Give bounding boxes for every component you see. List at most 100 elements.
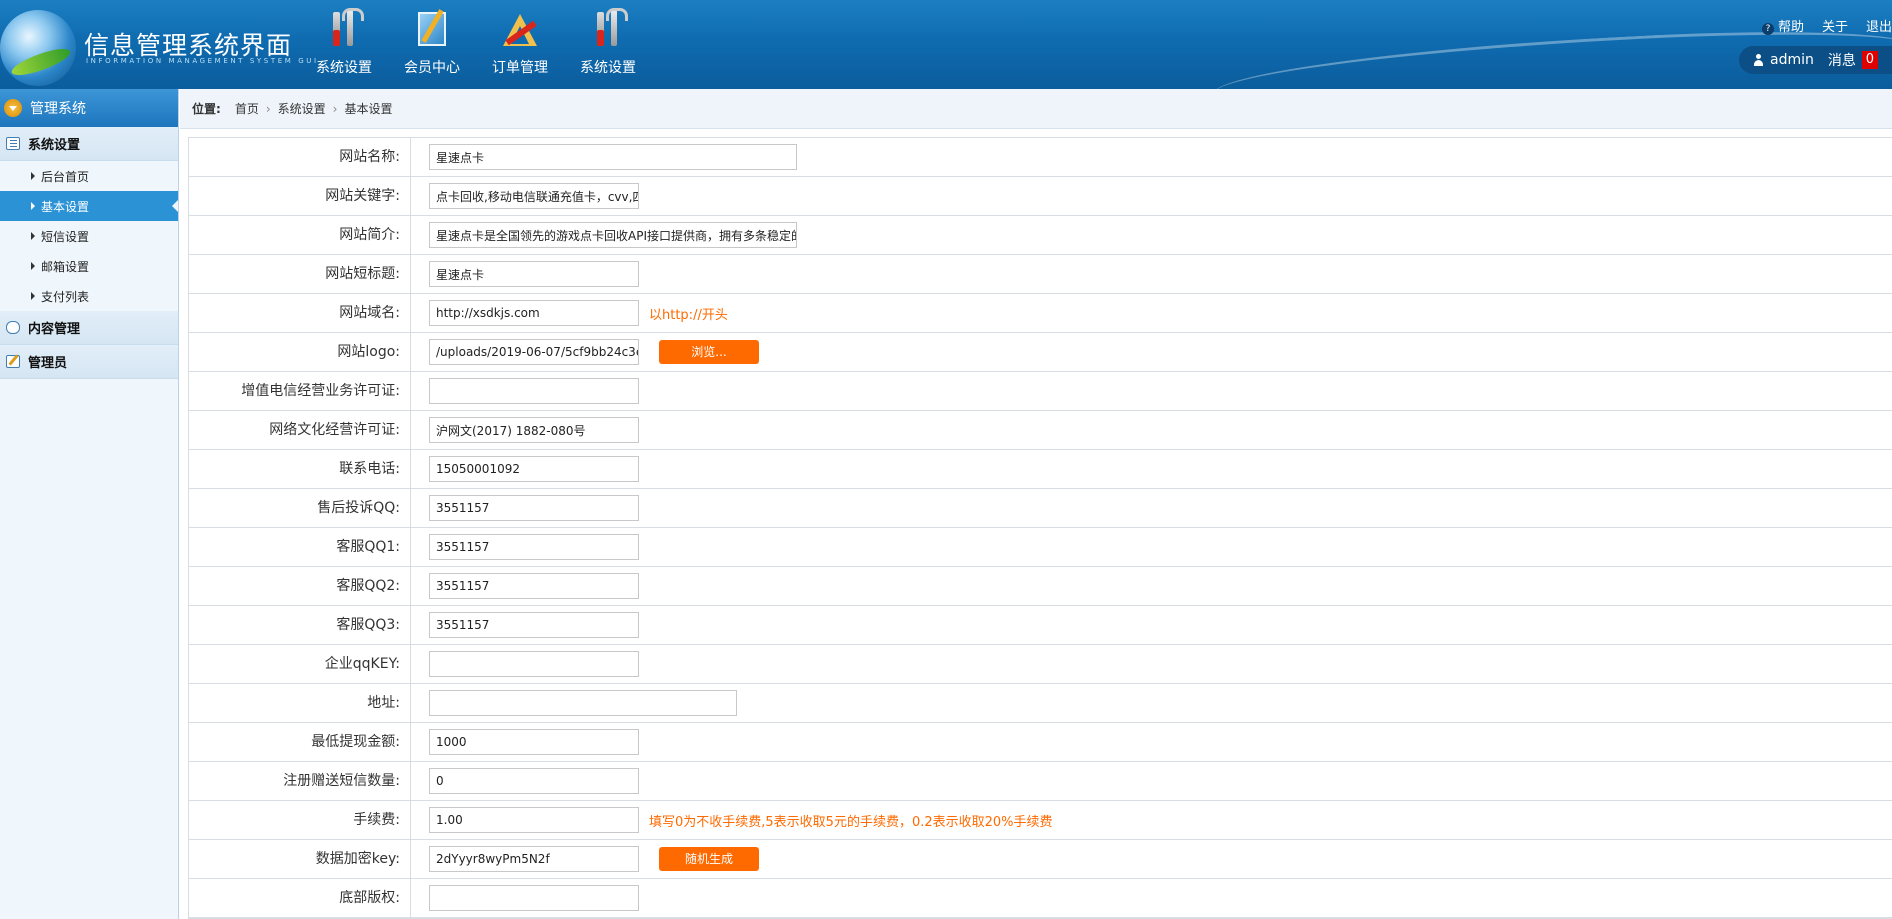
topnav-label: 会员中心 <box>404 60 460 76</box>
service-qq1-label: 客服QQ1: <box>189 528 411 566</box>
chat-icon <box>6 321 20 334</box>
breadcrumb-home[interactable]: 首页 <box>235 100 259 117</box>
form-row: 地址: <box>189 684 1892 723</box>
form-row: 客服QQ1: <box>189 528 1892 567</box>
breadcrumb-system-settings[interactable]: 系统设置 <box>278 100 326 117</box>
culture-license-input[interactable] <box>429 417 639 443</box>
form-row: 网站简介: <box>189 216 1892 255</box>
sidebar-item-sms-settings[interactable]: 短信设置 <box>0 221 178 251</box>
logout-link[interactable]: 退出 <box>1866 16 1892 35</box>
form-row: 底部版权: <box>189 879 1892 918</box>
phone-input[interactable] <box>429 456 639 482</box>
icp-license-input[interactable] <box>429 378 639 404</box>
sidebar-group-system-settings[interactable]: 系统设置 <box>0 127 178 161</box>
list-icon <box>6 137 20 150</box>
sidebar-title: 管理系统 <box>30 101 86 117</box>
notebook-icon <box>412 8 452 50</box>
form-row: 联系电话: <box>189 450 1892 489</box>
topnav-order-management[interactable]: 订单管理 <box>476 8 564 80</box>
site-description-input[interactable] <box>429 222 797 248</box>
help-link[interactable]: 帮助 <box>1762 16 1804 35</box>
form-row: 手续费: 填写0为不收手续费,5表示收取5元的手续费，0.2表示收取20%手续费 <box>189 801 1892 840</box>
sidebar-item-basic-settings[interactable]: 基本设置 <box>0 191 178 221</box>
logo-path-input[interactable] <box>429 339 639 365</box>
breadcrumb-prefix: 位置: <box>192 102 221 116</box>
domain-label: 网站域名: <box>189 294 411 332</box>
messages-link[interactable]: 消息 <box>1828 50 1856 70</box>
messages-count-badge: 0 <box>1861 51 1878 69</box>
topnav-label: 系统设置 <box>580 60 636 76</box>
sidebar-group-label: 管理员 <box>28 356 68 371</box>
short-title-input[interactable] <box>429 261 639 287</box>
domain-input[interactable] <box>429 300 639 326</box>
top-header: 信息管理系统界面 INFORMATION MANAGEMENT SYSTEM G… <box>0 0 1892 89</box>
signup-sms-input[interactable] <box>429 768 639 794</box>
form-row: 网站logo: 浏览... <box>189 333 1892 372</box>
site-name-label: 网站名称: <box>189 138 411 176</box>
logo-label: 网站logo: <box>189 333 411 371</box>
address-label: 地址: <box>189 684 411 722</box>
service-qq1-input[interactable] <box>429 534 639 560</box>
form-row: 网站名称: <box>189 138 1892 177</box>
sidebar-item-label: 短信设置 <box>41 229 90 244</box>
service-qq2-label: 客服QQ2: <box>189 567 411 605</box>
fee-input[interactable] <box>429 807 639 833</box>
form-row: 最低提现金额: <box>189 723 1892 762</box>
topnav-label: 订单管理 <box>492 60 548 76</box>
breadcrumb-separator-icon: › <box>265 101 271 116</box>
collapse-arrow-icon <box>4 99 22 117</box>
sidebar-item-label: 后台首页 <box>41 169 90 184</box>
sidebar-item-email-settings[interactable]: 邮箱设置 <box>0 251 178 281</box>
short-title-label: 网站短标题: <box>189 255 411 293</box>
tools-icon <box>324 8 364 50</box>
service-qq2-input[interactable] <box>429 573 639 599</box>
site-name-input[interactable] <box>429 144 797 170</box>
service-qq3-input[interactable] <box>429 612 639 638</box>
address-input[interactable] <box>429 690 737 716</box>
topnav-label: 系统设置 <box>316 60 372 76</box>
sidebar-group-label: 系统设置 <box>28 138 81 153</box>
form-row: 注册赠送短信数量: <box>189 762 1892 801</box>
encrypt-key-label: 数据加密key: <box>189 840 411 878</box>
domain-hint: 以http://开头 <box>649 307 728 323</box>
site-keywords-input[interactable] <box>429 183 639 209</box>
fee-label: 手续费: <box>189 801 411 839</box>
sidebar-header[interactable]: 管理系统 <box>0 89 178 127</box>
culture-license-label: 网络文化经营许可证: <box>189 411 411 449</box>
min-withdraw-input[interactable] <box>429 729 639 755</box>
random-generate-button[interactable]: 随机生成 <box>659 847 759 871</box>
breadcrumb-separator-icon: › <box>332 101 338 116</box>
tools-icon <box>588 8 628 50</box>
user-icon <box>1753 54 1764 66</box>
site-description-label: 网站简介: <box>189 216 411 254</box>
sidebar-group-admin[interactable]: 管理员 <box>0 345 178 379</box>
username[interactable]: admin <box>1770 52 1814 68</box>
phone-label: 联系电话: <box>189 450 411 488</box>
form-row: 企业qqKEY: <box>189 645 1892 684</box>
qq-key-input[interactable] <box>429 651 639 677</box>
topnav-system-settings[interactable]: 系统设置 <box>300 8 388 80</box>
about-link[interactable]: 关于 <box>1822 16 1848 35</box>
sidebar-item-dashboard[interactable]: 后台首页 <box>0 161 178 191</box>
breadcrumb: 位置: 首页 › 系统设置 › 基本设置 <box>180 89 1892 129</box>
app-subtitle: INFORMATION MANAGEMENT SYSTEM GUI <box>86 57 319 65</box>
icp-license-label: 增值电信经营业务许可证: <box>189 372 411 410</box>
sidebar-group-content[interactable]: 内容管理 <box>0 311 178 345</box>
breadcrumb-basic-settings[interactable]: 基本设置 <box>344 100 392 117</box>
form-row: 客服QQ2: <box>189 567 1892 606</box>
form-row: 网络文化经营许可证: <box>189 411 1892 450</box>
browse-button[interactable]: 浏览... <box>659 340 759 364</box>
form-row: 数据加密key: 随机生成 <box>189 840 1892 879</box>
encrypt-key-input[interactable] <box>429 846 639 872</box>
complaint-qq-label: 售后投诉QQ: <box>189 489 411 527</box>
complaint-qq-input[interactable] <box>429 495 639 521</box>
edit-icon <box>6 355 20 368</box>
form-row: 客服QQ3: <box>189 606 1892 645</box>
topnav-member-center[interactable]: 会员中心 <box>388 8 476 80</box>
topnav-system-settings-2[interactable]: 系统设置 <box>564 8 652 80</box>
sidebar-item-payment-list[interactable]: 支付列表 <box>0 281 178 311</box>
logo-globe-icon <box>0 10 76 86</box>
copyright-label: 底部版权: <box>189 879 411 917</box>
top-nav: 系统设置 会员中心 订单管理 系统设置 <box>300 8 652 80</box>
copyright-input[interactable] <box>429 885 639 911</box>
